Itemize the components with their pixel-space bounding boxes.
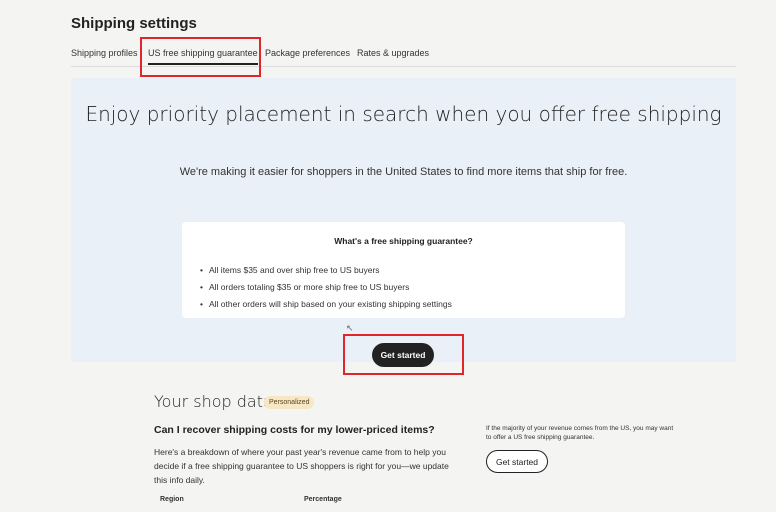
tab-shipping-profiles[interactable]: Shipping profiles bbox=[71, 48, 138, 58]
cursor-icon: ↖ bbox=[346, 323, 354, 333]
get-started-secondary-button[interactable]: Get started bbox=[486, 450, 548, 473]
info-card-title: What's a free shipping guarantee? bbox=[334, 236, 473, 246]
personalized-badge: Personalized bbox=[264, 396, 315, 409]
tab-highlight-annotation bbox=[140, 37, 261, 77]
section-body: Here's a breakdown of where your past ye… bbox=[154, 447, 449, 485]
shop-data-title: Your shop data bbox=[154, 392, 273, 411]
info-list: • All items $35 and over ship free to US … bbox=[200, 264, 452, 315]
tab-rates-upgrades[interactable]: Rates & upgrades bbox=[357, 48, 429, 58]
list-item: • All other orders will ship based on you… bbox=[200, 299, 452, 309]
table-header-percentage: Percentage bbox=[304, 496, 342, 503]
side-note: If the majority of your revenue comes fr… bbox=[486, 425, 674, 441]
table-header-region: Region bbox=[160, 496, 184, 503]
hero-title: Enjoy priority placement in search when … bbox=[85, 102, 722, 126]
info-card: What's a free shipping guarantee? • All i… bbox=[182, 222, 625, 318]
list-item: • All items $35 and over ship free to US … bbox=[200, 265, 380, 275]
page-title: Shipping settings bbox=[71, 15, 197, 32]
tab-package-preferences[interactable]: Package preferences bbox=[265, 48, 350, 58]
list-item: • All orders totaling $35 or more ship fr… bbox=[200, 282, 410, 292]
section-heading: Can I recover shipping costs for my lowe… bbox=[154, 424, 435, 436]
hero-subtitle: We're making it easier for shoppers in t… bbox=[179, 166, 628, 178]
button-highlight-annotation bbox=[343, 334, 464, 375]
hero-banner: Enjoy priority placement in search when … bbox=[71, 78, 736, 362]
